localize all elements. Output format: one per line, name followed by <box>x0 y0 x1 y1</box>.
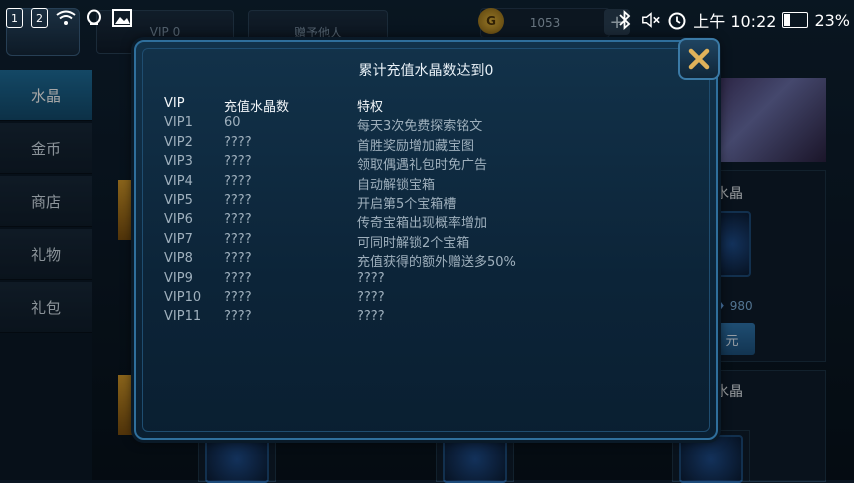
table-row: VIP8???? 充值获得的额外赠送多50% <box>164 251 516 271</box>
table-row: VIP10???????? <box>164 289 385 305</box>
close-x-icon <box>688 48 710 70</box>
header-recharge: 充值水晶数 <box>224 100 290 115</box>
table-row: VIP7???? 可同时解锁2个宝箱 <box>164 231 470 251</box>
header-privilege: 特权 <box>357 100 384 115</box>
table-row: VIP3???? 领取偶遇礼包时免广告 <box>164 154 488 174</box>
vip-table: VIP 充值水晶数 特权 VIP1 60 每天3次免费探索铭文 VIP2???? 首胜… <box>164 96 594 329</box>
close-button[interactable] <box>678 38 720 80</box>
table-header: VIP 充值水晶数 特权 <box>164 96 594 115</box>
dialog-title: 累计充值水晶数达到0 <box>358 63 494 79</box>
table-row: VIP11???????? <box>164 309 385 325</box>
table-row: VIP6???? 传奇宝箱出现概率增加 <box>164 212 488 232</box>
table-row: VIP1 60 每天3次免费探索铭文 <box>164 115 483 135</box>
table-row: VIP9???????? <box>164 270 385 286</box>
header-vip: VIP <box>164 96 185 111</box>
table-row: VIP2???? 首胜奖励增加藏宝图 <box>164 134 475 154</box>
table-row: VIP4???? 自动解锁宝箱 <box>164 173 436 193</box>
table-row: VIP5???? 开启第5个宝箱槽 <box>164 192 457 212</box>
